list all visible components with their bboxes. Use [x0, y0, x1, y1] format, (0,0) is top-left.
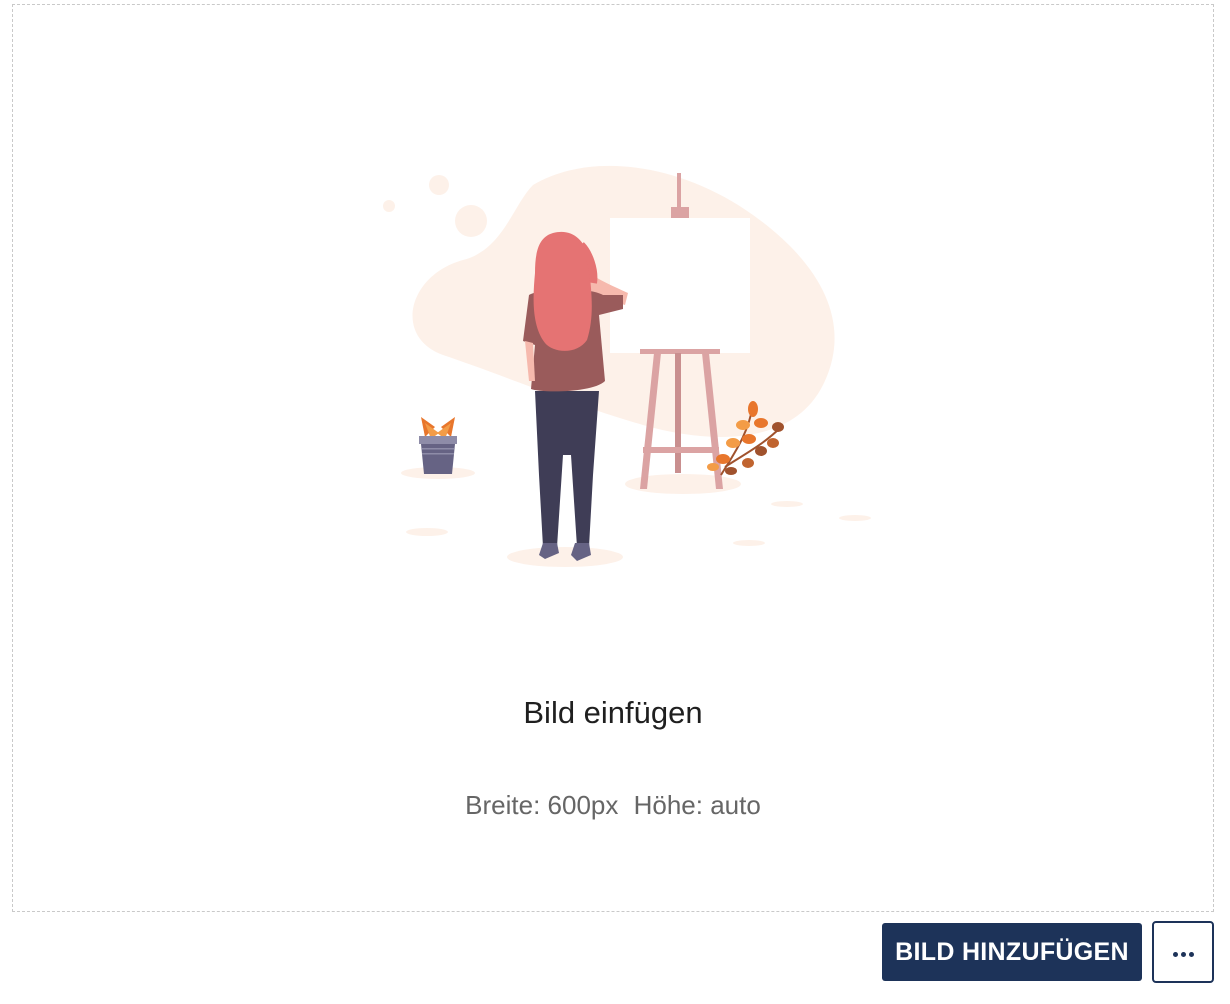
- image-dropzone[interactable]: Bild einfügen Breite: 600px Höhe: auto: [12, 4, 1214, 912]
- width-label: Breite: 600px: [465, 790, 619, 820]
- add-image-button[interactable]: BILD HINZUFÜGEN: [882, 923, 1142, 981]
- dimension-hint: Breite: 600px Höhe: auto: [13, 790, 1213, 821]
- potted-plant: [419, 417, 457, 474]
- bubble-small: [383, 200, 395, 212]
- painter-illustration: [383, 165, 871, 567]
- height-label: Höhe: auto: [633, 790, 761, 820]
- dropzone-title: Bild einfügen: [523, 695, 703, 730]
- more-dots-icon: [1171, 945, 1195, 960]
- bubble-large: [455, 205, 487, 237]
- more-options-button[interactable]: [1152, 921, 1214, 983]
- bubble-medium: [429, 175, 449, 195]
